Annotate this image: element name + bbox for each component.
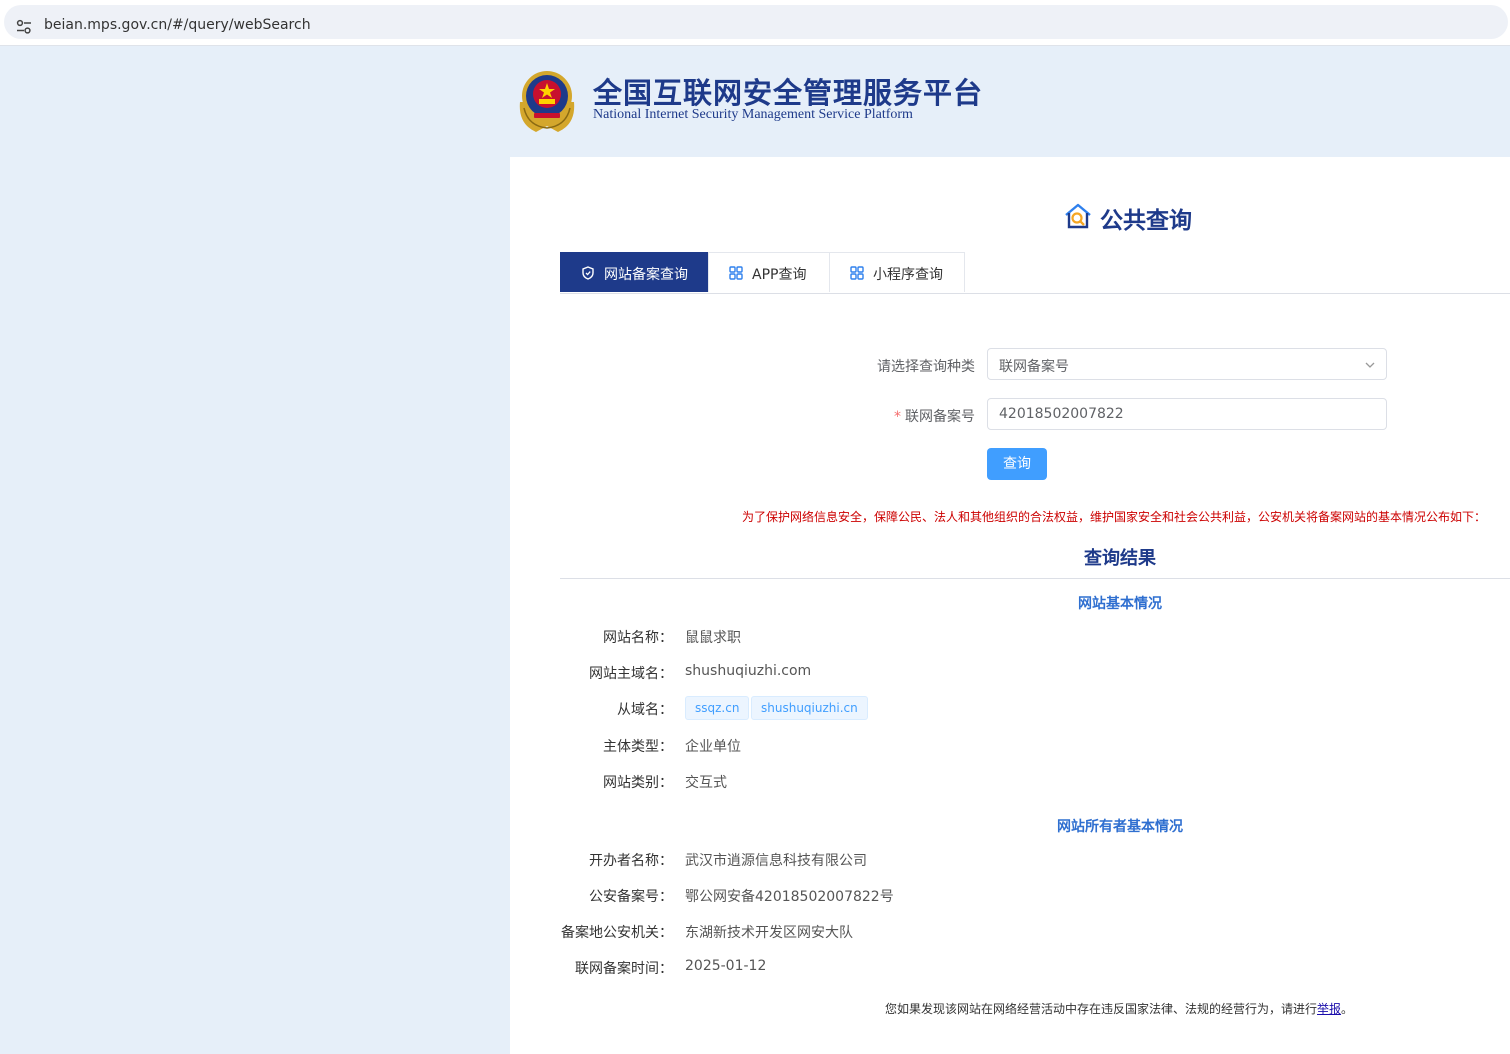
report-note-end: 。 — [1341, 1002, 1354, 1016]
police-record-value: 鄂公网安备42018502007822号 — [685, 889, 894, 905]
owner-info-title: 网站所有者基本情况 — [1057, 819, 1183, 835]
sub-domain-tag: shushuqiuzhi.cn — [751, 696, 868, 720]
sub-domain-label: 从域名： — [617, 702, 673, 718]
site-subtitle: National Internet Security Management Se… — [593, 107, 913, 122]
record-number-input[interactable]: 42018502007822 — [987, 398, 1387, 430]
owner-name-value: 武汉市逍源信息科技有限公司 — [685, 853, 867, 869]
basic-info-title: 网站基本情况 — [1078, 596, 1162, 612]
record-number-label-text: 联网备案号 — [905, 409, 975, 425]
grid-icon — [850, 266, 864, 280]
query-tabs: 网站备案查询 APP查询 小程序查询 — [560, 252, 1510, 294]
report-link[interactable]: 举报 — [1317, 1002, 1341, 1016]
police-record-label: 公安备案号： — [589, 889, 673, 905]
tab-mini-program[interactable]: 小程序查询 — [829, 252, 965, 292]
report-note: 您如果发现该网站在网络经营活动中存在违反国家法律、法规的经营行为，请进行举报。 — [885, 1000, 1353, 1017]
site-category-value: 交互式 — [685, 775, 727, 791]
site-title: 全国互联网安全管理服务平台 — [593, 76, 984, 110]
chevron-down-icon — [1365, 362, 1375, 368]
police-authority-value: 东湖新技术开发区网安大队 — [685, 925, 853, 941]
report-note-text: 您如果发现该网站在网络经营活动中存在违反国家法律、法规的经营行为，请进行 — [885, 1002, 1318, 1016]
main-domain-value: shushuqiuzhi.com — [685, 663, 812, 679]
browser-address-bar: beian.mps.gov.cn/#/query/webSearch — [0, 0, 1510, 46]
tab-website-record[interactable]: 网站备案查询 — [560, 252, 709, 292]
home-search-icon — [1065, 203, 1091, 229]
site-category-label: 网站类别： — [603, 775, 673, 791]
main-domain-label: 网站主域名： — [589, 666, 673, 682]
record-date-value: 2025-01-12 — [685, 958, 767, 974]
site-name-value: 鼠鼠求职 — [685, 630, 741, 646]
result-title: 查询结果 — [1084, 548, 1156, 569]
query-type-label: 请选择查询种类 — [877, 359, 975, 375]
tab-app[interactable]: APP查询 — [708, 252, 830, 292]
query-panel: 公共查询 网站备案查询 APP查询 小程序查询 请选择查询种类 联网备案号 * … — [510, 157, 1510, 1054]
shield-icon — [582, 266, 594, 280]
police-emblem-logo — [519, 71, 575, 132]
query-type-select[interactable]: 联网备案号 — [987, 348, 1387, 380]
police-authority-label: 备案地公安机关： — [561, 925, 673, 941]
site-header: 全国互联网安全管理服务平台 National Internet Security… — [510, 60, 1510, 152]
record-number-label: * 联网备案号 — [770, 406, 975, 426]
query-type-value: 联网备案号 — [999, 359, 1069, 375]
tab-label: 小程序查询 — [873, 267, 943, 283]
sub-domain-tag: ssqz.cn — [685, 696, 750, 720]
url-text[interactable]: beian.mps.gov.cn/#/query/webSearch — [44, 17, 311, 33]
record-number-value: 42018502007822 — [999, 406, 1124, 422]
owner-name-label: 开办者名称： — [589, 853, 673, 869]
entity-type-value: 企业单位 — [685, 739, 741, 755]
query-button[interactable]: 查询 — [987, 448, 1047, 480]
record-date-label: 联网备案时间： — [575, 961, 673, 977]
entity-type-label: 主体类型： — [603, 739, 673, 755]
result-divider — [560, 578, 1510, 579]
site-name-label: 网站名称： — [603, 630, 673, 646]
tab-label: APP查询 — [752, 267, 807, 283]
grid-icon — [729, 266, 743, 280]
url-field[interactable]: beian.mps.gov.cn/#/query/webSearch — [4, 5, 1508, 39]
tab-label: 网站备案查询 — [604, 267, 688, 283]
site-settings-icon[interactable] — [16, 19, 32, 35]
page-title: 公共查询 — [1100, 208, 1192, 234]
disclosure-notice: 为了保护网络信息安全，保障公民、法人和其他组织的合法权益，维护国家安全和社会公共… — [741, 510, 1486, 524]
required-mark: * — [894, 409, 901, 425]
